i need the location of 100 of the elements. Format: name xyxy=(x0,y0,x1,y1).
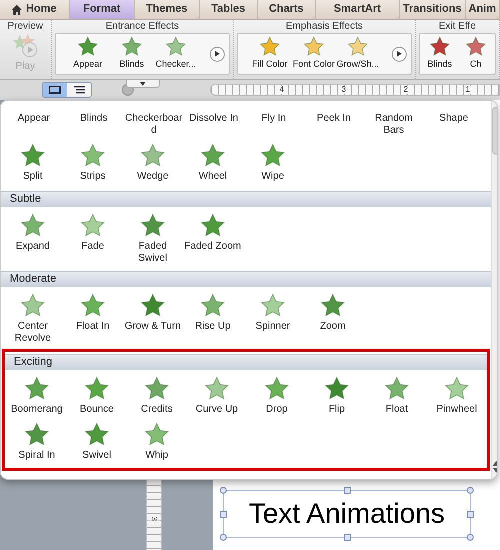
gallery-item[interactable]: Checker... xyxy=(154,36,198,72)
effect-option[interactable]: Strips xyxy=(63,143,123,185)
effect-option[interactable]: Zoom xyxy=(303,293,363,345)
star-icon xyxy=(444,376,470,402)
effect-option[interactable]: Expand xyxy=(3,213,63,265)
star-icon xyxy=(20,213,46,239)
ribbon-tab[interactable]: Anim xyxy=(466,0,500,19)
star-icon xyxy=(24,422,50,448)
effect-option[interactable]: Swivel xyxy=(67,422,127,464)
effect-option[interactable]: Bounce xyxy=(67,376,127,418)
home-icon xyxy=(12,4,22,14)
star-icon xyxy=(204,376,230,402)
resize-handle[interactable] xyxy=(220,511,227,518)
star-icon xyxy=(260,143,286,169)
text-box[interactable]: Text Animations xyxy=(223,490,471,538)
resize-handle[interactable] xyxy=(467,487,474,494)
star-icon xyxy=(260,293,286,319)
effect-option[interactable]: Whip xyxy=(127,422,187,464)
effect-label: Random Bars xyxy=(374,113,414,137)
ribbon-tab[interactable]: Charts xyxy=(258,0,316,19)
gallery-item[interactable]: Blinds xyxy=(110,36,154,72)
effect-option[interactable]: Fade xyxy=(63,213,123,265)
effect-option[interactable]: Spinner xyxy=(243,293,303,345)
effect-label: Appear xyxy=(16,113,52,126)
effect-option[interactable]: Grow & Turn xyxy=(123,293,183,345)
star-icon xyxy=(24,376,50,402)
effect-option[interactable]: Wipe xyxy=(243,143,303,185)
star-icon xyxy=(200,213,226,239)
star-icon xyxy=(84,422,110,448)
resize-handle[interactable] xyxy=(220,534,227,541)
resize-handle[interactable] xyxy=(220,487,227,494)
ruler-number: 2 xyxy=(402,86,410,94)
effect-option[interactable]: Drop xyxy=(247,376,307,418)
star-icon xyxy=(80,293,106,319)
star-icon xyxy=(84,376,110,402)
ruler-number: 3 xyxy=(340,86,348,94)
outline-view-button[interactable] xyxy=(67,83,91,97)
effect-option[interactable]: Wheel xyxy=(183,143,243,185)
effect-label: Shape xyxy=(438,113,470,126)
group-title: Preview xyxy=(6,20,44,33)
effect-option[interactable]: Split xyxy=(3,143,63,185)
star-icon xyxy=(264,376,290,402)
star-icon xyxy=(140,293,166,319)
star-icon xyxy=(144,376,170,402)
next-button[interactable] xyxy=(210,46,225,62)
effect-option[interactable]: Faded Swivel xyxy=(123,213,183,265)
ribbon-tab[interactable]: Themes xyxy=(135,0,200,19)
star-icon xyxy=(200,293,226,319)
play-arrow-icon xyxy=(215,51,220,57)
effect-option[interactable]: Boomerang xyxy=(7,376,67,418)
effect-option[interactable]: Credits xyxy=(127,376,187,418)
star-icon xyxy=(20,143,46,169)
resize-handle[interactable] xyxy=(344,487,351,494)
ruler-number: 1 xyxy=(464,86,472,94)
dropdown-handle[interactable] xyxy=(126,80,160,88)
gallery-item[interactable]: Font Color xyxy=(292,36,336,72)
slide-view-icon xyxy=(49,86,61,94)
gallery-item[interactable]: Grow/Sh... xyxy=(336,36,380,72)
effect-option[interactable]: Spiral In xyxy=(7,422,67,464)
gallery-item[interactable]: Blinds xyxy=(422,36,458,72)
ribbon-tab[interactable]: Transitions xyxy=(400,0,466,19)
gallery-item[interactable]: Ch xyxy=(458,36,494,72)
effect-option[interactable]: Flip xyxy=(307,376,367,418)
group-title: Exit Effe xyxy=(438,20,478,33)
effect-option[interactable]: Center Revolve xyxy=(3,293,63,345)
play-icon xyxy=(12,33,40,59)
ruler-number: 4 xyxy=(278,86,286,94)
effect-label: Blinds xyxy=(79,113,109,126)
resize-handle[interactable] xyxy=(467,511,474,518)
group-title: Emphasis Effects xyxy=(284,20,364,33)
gallery-item[interactable]: Fill Color xyxy=(248,36,292,72)
effect-option[interactable]: Wedge xyxy=(123,143,183,185)
effect-label: Checkerboard xyxy=(125,113,183,137)
effect-option[interactable]: Curve Up xyxy=(187,376,247,418)
resize-handle[interactable] xyxy=(467,534,474,541)
outline-icon xyxy=(74,86,84,94)
effect-option[interactable]: Float In xyxy=(63,293,123,345)
view-toggle[interactable] xyxy=(42,82,92,98)
resize-handle[interactable] xyxy=(344,534,351,541)
effect-label: Fly In xyxy=(260,113,288,126)
star-icon xyxy=(140,143,166,169)
star-icon xyxy=(320,293,346,319)
effect-label: Peek In xyxy=(316,113,352,126)
ruler-number: 3 xyxy=(148,516,160,522)
effect-option[interactable]: Pinwheel xyxy=(427,376,487,418)
star-icon xyxy=(144,422,170,448)
group-title: Entrance Effects xyxy=(104,20,180,33)
effect-option[interactable]: Rise Up xyxy=(183,293,243,345)
effect-option[interactable]: Faded Zoom xyxy=(183,213,243,265)
ribbon-tab[interactable]: Format xyxy=(70,0,135,19)
star-icon xyxy=(384,376,410,402)
play-arrow-icon xyxy=(397,51,402,57)
section-header: Exciting xyxy=(5,354,487,370)
effect-option[interactable]: Float xyxy=(367,376,427,418)
normal-view-button[interactable] xyxy=(43,83,67,97)
ribbon-tab[interactable]: Tables xyxy=(200,0,258,19)
gallery-item[interactable]: Appear xyxy=(66,36,110,72)
star-icon xyxy=(200,143,226,169)
next-button[interactable] xyxy=(392,46,407,62)
ribbon-tab[interactable]: SmartArt xyxy=(316,0,400,19)
